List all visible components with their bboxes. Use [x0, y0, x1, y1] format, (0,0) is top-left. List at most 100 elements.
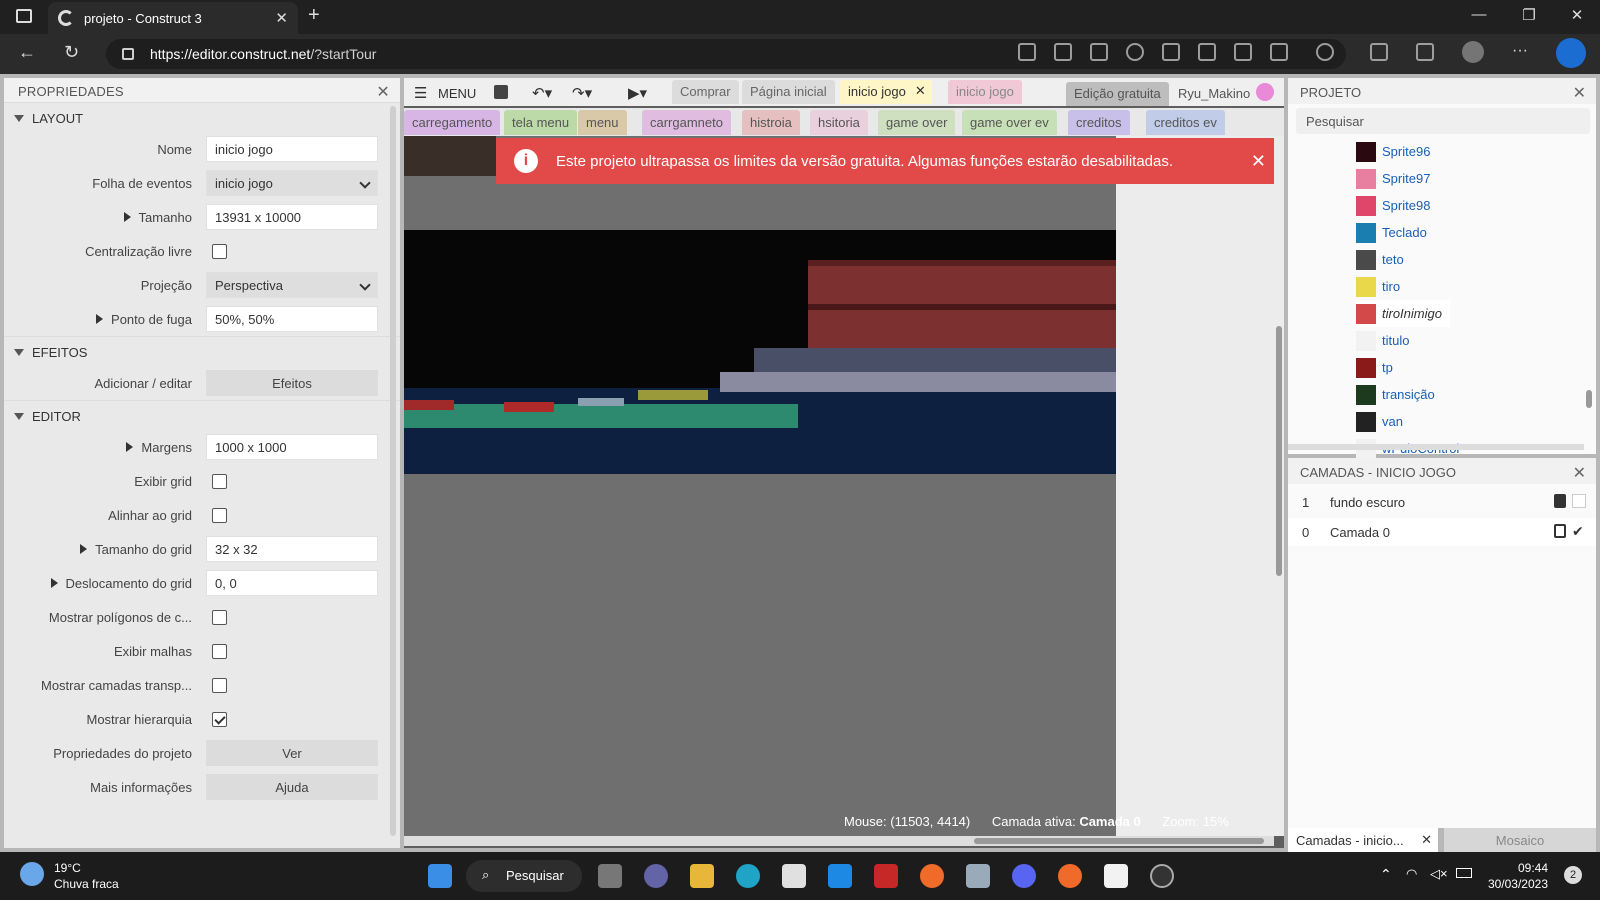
object-item[interactable]: Sprite98 [1356, 192, 1430, 219]
close-window-icon[interactable]: ✕ [1554, 6, 1600, 24]
grid-icon[interactable] [1162, 43, 1180, 61]
user-avatar[interactable] [1256, 83, 1274, 101]
boat-sprite[interactable] [578, 398, 624, 406]
water-area[interactable] [404, 388, 1120, 474]
unlock-icon[interactable] [1554, 524, 1566, 538]
reload-icon[interactable]: ↻ [64, 42, 79, 63]
battery-icon[interactable] [1456, 868, 1472, 878]
expand-icon[interactable] [80, 544, 88, 554]
section-efeitos[interactable]: EFEITOS [4, 336, 400, 366]
deslocamento-input[interactable]: 0, 0 [206, 570, 378, 596]
read-mode-icon[interactable] [1054, 43, 1072, 61]
expand-icon[interactable] [123, 212, 131, 222]
ponto-fuga-input[interactable]: 50%, 50% [206, 306, 378, 332]
layout-tab[interactable]: carregamento [404, 110, 501, 135]
green-platform[interactable] [404, 404, 798, 428]
menu-icon[interactable]: ☰ [414, 84, 427, 102]
edit-icon[interactable] [1270, 43, 1288, 61]
malhas-checkbox[interactable] [212, 644, 227, 659]
close-properties-icon[interactable]: ✕ [376, 82, 390, 102]
hscroll-thumb[interactable] [974, 838, 1264, 844]
play-icon[interactable]: ▶▾ [628, 84, 647, 102]
start-icon[interactable] [428, 864, 452, 888]
redo-icon[interactable]: ↷▾ [572, 84, 592, 102]
object-item[interactable]: tiro [1356, 273, 1400, 300]
tab-actions-icon[interactable] [16, 9, 32, 23]
bing-icon[interactable] [1556, 38, 1586, 68]
layout-tab[interactable]: tela menu [504, 110, 578, 135]
object-item[interactable]: teto [1356, 246, 1404, 273]
boat-sprite[interactable] [404, 400, 454, 410]
profile-avatar[interactable] [1462, 41, 1484, 63]
volume-mute-icon[interactable]: ◁× [1430, 866, 1448, 882]
close-banner-icon[interactable]: ✕ [1251, 151, 1266, 172]
tab-inicio-jogo-layout[interactable]: inicio jogo ✕ [840, 80, 932, 104]
edge-icon[interactable] [736, 864, 760, 888]
user-name[interactable]: Ryu_Makino [1178, 86, 1250, 101]
viewport-vscrollbar[interactable] [1274, 136, 1284, 836]
translate-icon[interactable] [1234, 43, 1252, 61]
projecao-select[interactable]: Perspectiva [206, 272, 378, 298]
save-icon[interactable] [494, 85, 508, 99]
expand-icon[interactable] [50, 578, 58, 588]
weather-widget[interactable]: 19°C Chuva fraca [54, 860, 119, 892]
tab-camadas[interactable]: Camadas - inicio... ✕ [1288, 828, 1438, 852]
wifi-icon[interactable]: ◠ [1406, 866, 1417, 882]
app-clock-icon[interactable] [1150, 864, 1174, 888]
poligonos-checkbox[interactable] [212, 610, 227, 625]
notepad-icon[interactable] [1104, 864, 1128, 888]
apps-icon[interactable] [1090, 43, 1108, 61]
read-aloud-icon[interactable] [1198, 43, 1216, 61]
key-icon[interactable] [1126, 43, 1144, 61]
nome-input[interactable]: inicio jogo [206, 136, 378, 162]
taskbar-search[interactable]: ⌕ Pesquisar [466, 860, 582, 892]
project-vscroll-thumb[interactable] [1586, 390, 1592, 408]
url-field[interactable]: https://editor.construct.net/?startTour [106, 39, 1346, 69]
object-item[interactable]: van [1356, 408, 1403, 435]
weather-icon[interactable] [20, 862, 44, 886]
object-item[interactable]: transição [1356, 381, 1435, 408]
discord-icon[interactable] [1012, 864, 1036, 888]
vscroll-thumb[interactable] [1276, 326, 1282, 576]
folha-eventos-select[interactable]: inicio jogo [206, 170, 378, 196]
efeitos-button[interactable]: Efeitos [206, 370, 378, 396]
favorite-add-icon[interactable] [1316, 43, 1334, 61]
ajuda-button[interactable]: Ajuda [206, 774, 378, 800]
minimize-icon[interactable]: — [1456, 6, 1502, 23]
hierarquia-checkbox[interactable] [212, 712, 227, 727]
object-item[interactable]: tiroInimigo [1356, 300, 1450, 327]
prop-label[interactable]: Margens [126, 440, 192, 455]
object-item[interactable]: Sprite96 [1356, 138, 1430, 165]
visible-check-icon[interactable]: ✔ [1572, 524, 1586, 538]
notification-badge[interactable]: 2 [1564, 866, 1582, 884]
exibir-grid-checkbox[interactable] [212, 474, 227, 489]
object-item[interactable]: tp [1356, 354, 1393, 381]
menu-button[interactable]: MENU [438, 86, 476, 101]
browser-tab[interactable]: projeto - Construct 3 ✕ [48, 2, 298, 34]
ver-button[interactable]: Ver [206, 740, 378, 766]
chat-icon[interactable] [644, 864, 668, 888]
layout-tab[interactable]: game over [878, 110, 956, 135]
section-layout[interactable]: LAYOUT [4, 102, 400, 132]
layer-row[interactable]: 1 fundo escuro [1288, 488, 1596, 516]
prop-label[interactable]: Ponto de fuga [96, 312, 192, 327]
ground-tile[interactable] [404, 136, 496, 176]
properties-scrollbar[interactable] [390, 106, 396, 836]
expand-icon[interactable] [96, 314, 104, 324]
app-chart-icon[interactable] [966, 864, 990, 888]
chevron-up-icon[interactable]: ⌃ [1380, 866, 1392, 883]
layout-canvas[interactable] [404, 136, 1120, 836]
mcafee-icon[interactable] [874, 864, 898, 888]
undo-icon[interactable]: ↶▾ [532, 84, 552, 102]
new-tab-icon[interactable]: + [308, 4, 320, 27]
object-item[interactable]: Sprite97 [1356, 165, 1430, 192]
lock-icon[interactable] [1554, 494, 1566, 508]
visibility-checkbox[interactable] [1572, 494, 1586, 508]
close-tab-icon[interactable]: ✕ [275, 9, 288, 27]
alinhar-grid-checkbox[interactable] [212, 508, 227, 523]
tamanho-input[interactable]: 13931 x 10000 [206, 204, 378, 230]
cobblestone-platform[interactable] [720, 372, 1120, 392]
layout-tab[interactable]: game over ev [962, 110, 1057, 135]
section-editor[interactable]: EDITOR [4, 400, 400, 430]
camadas-transp-checkbox[interactable] [212, 678, 227, 693]
